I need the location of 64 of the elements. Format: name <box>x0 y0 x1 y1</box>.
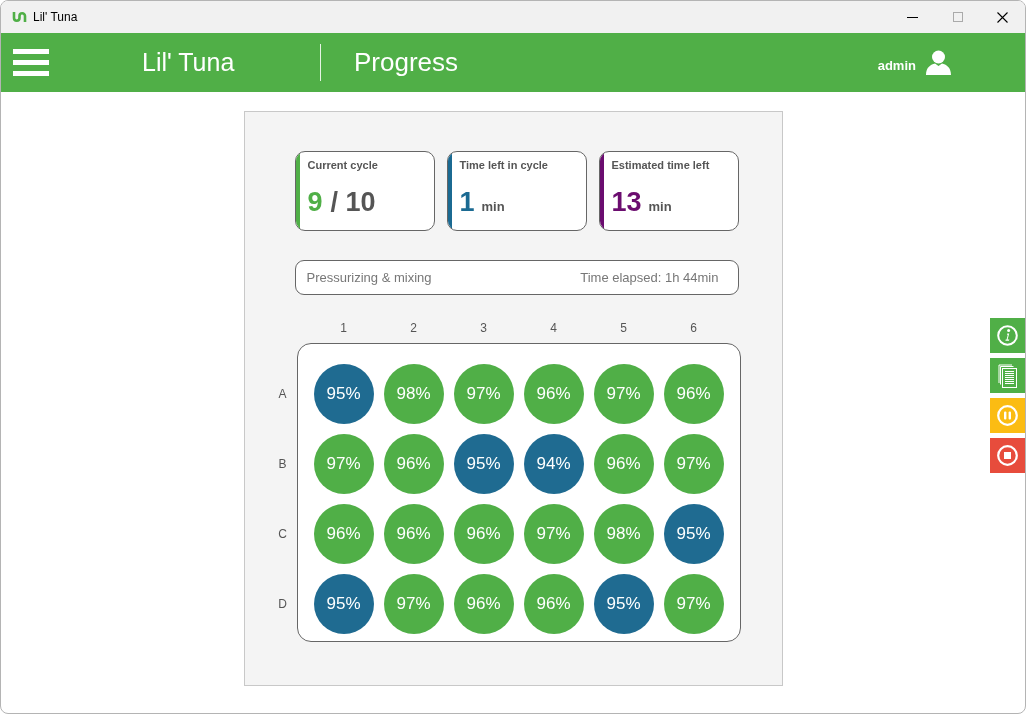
row-label: C <box>277 527 288 541</box>
well: 94% <box>523 434 584 494</box>
row-label: A <box>277 387 288 401</box>
elapsed-time: Time elapsed: 1h 44min <box>580 270 719 285</box>
column-label: 5 <box>619 321 628 335</box>
well: 96% <box>453 504 514 564</box>
row-label: D <box>277 597 288 611</box>
document-button[interactable] <box>990 358 1025 393</box>
column-label: 4 <box>549 321 558 335</box>
well: 96% <box>383 434 444 494</box>
row-label: B <box>277 457 288 471</box>
card-unit: min <box>648 198 672 216</box>
well: 98% <box>383 364 444 424</box>
well: 98% <box>593 504 654 564</box>
user-icon[interactable] <box>926 50 951 75</box>
well: 96% <box>313 504 374 564</box>
well: 95% <box>663 504 724 564</box>
card-value: 13 <box>611 187 642 217</box>
app-name: Lil' Tuna <box>142 48 236 77</box>
maximize-icon <box>952 12 963 22</box>
well: 96% <box>593 434 654 494</box>
logo-icon <box>12 11 27 23</box>
card-label: Current cycle <box>307 158 378 172</box>
card-value: 1 <box>459 187 475 217</box>
well: 97% <box>593 364 654 424</box>
column-label: 1 <box>339 321 348 335</box>
info-button[interactable] <box>990 318 1025 353</box>
window-title: Lil' Tuna <box>33 10 78 24</box>
well: 97% <box>453 364 514 424</box>
phase-text: Pressurizing & mixing <box>306 270 432 285</box>
well: 97% <box>383 574 444 634</box>
well: 95% <box>593 574 654 634</box>
column-label: 2 <box>409 321 418 335</box>
well: 97% <box>663 574 724 634</box>
card-total: / 10 <box>330 187 376 217</box>
info-icon <box>997 325 1018 346</box>
menu-icon <box>13 49 49 76</box>
page-title: Progress <box>354 47 459 78</box>
minimize-icon <box>907 16 918 18</box>
well: 95% <box>313 574 374 634</box>
well: 96% <box>383 504 444 564</box>
well: 96% <box>453 574 514 634</box>
well: 95% <box>453 434 514 494</box>
user-name: admin <box>877 58 916 73</box>
pause-button[interactable] <box>990 398 1025 433</box>
stop-button[interactable] <box>990 438 1025 473</box>
card-label: Estimated time left <box>611 158 710 172</box>
menu-button[interactable] <box>13 49 49 76</box>
stop-icon <box>997 445 1018 466</box>
column-label: 6 <box>689 321 698 335</box>
pause-icon <box>997 405 1018 426</box>
column-label: 3 <box>479 321 488 335</box>
close-icon <box>997 11 1008 23</box>
well: 96% <box>523 574 584 634</box>
card-value: 9 <box>307 187 323 217</box>
well: 95% <box>313 364 374 424</box>
well: 97% <box>523 504 584 564</box>
card-unit: min <box>481 198 505 216</box>
well: 96% <box>523 364 584 424</box>
document-icon <box>998 363 1017 388</box>
well: 96% <box>663 364 724 424</box>
well: 97% <box>663 434 724 494</box>
well: 97% <box>313 434 374 494</box>
card-label: Time left in cycle <box>459 158 548 172</box>
